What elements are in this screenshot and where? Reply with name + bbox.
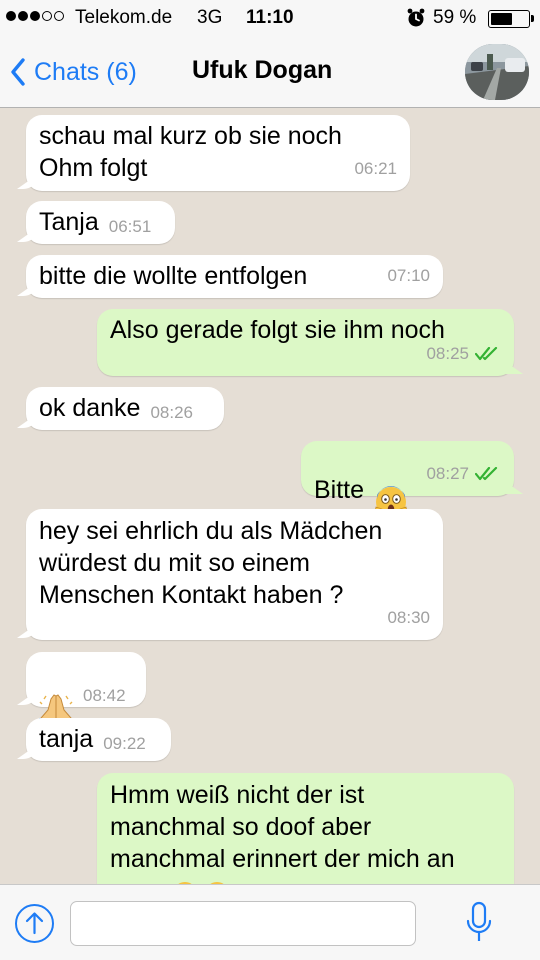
- microphone-icon[interactable]: [466, 901, 492, 945]
- message-incoming[interactable]: bitte die wollte entfolgen 07:10: [26, 255, 443, 298]
- message-time: 07:10: [387, 266, 430, 285]
- chat-header: Chats (6) Ufuk Dogan: [0, 36, 540, 108]
- contact-avatar[interactable]: [465, 44, 529, 100]
- back-button-label: Chats (6): [34, 57, 137, 86]
- message-incoming[interactable]: ok danke 08:26: [26, 387, 224, 430]
- message-time: 08:27: [426, 464, 469, 483]
- status-bar: Telekom.de 3G 11:10 59 %: [0, 0, 540, 36]
- read-ticks-icon: [475, 467, 501, 481]
- message-text: Bitte: [314, 476, 365, 504]
- carrier-name: Telekom.de: [75, 7, 173, 28]
- message-time: 08:30: [387, 608, 430, 627]
- message-time: 06:21: [354, 159, 397, 178]
- signal-strength-icon: [6, 11, 64, 21]
- message-text: Hmm weiß nicht der ist manchmal so doof …: [110, 781, 455, 873]
- message-incoming[interactable]: hey sei ehrlich du als Mädchen würdest d…: [26, 509, 443, 640]
- message-text: schau mal kurz ob sie noch Ohm folgt: [39, 122, 342, 182]
- alarm-clock-icon: [407, 8, 425, 34]
- read-ticks-icon: [475, 347, 501, 361]
- message-time: 08:42: [83, 686, 126, 705]
- message-list[interactable]: schau mal kurz ob sie noch Ohm folgt 06:…: [0, 108, 540, 884]
- message-time: 09:22: [103, 734, 146, 753]
- message-time: 08:25: [426, 344, 469, 363]
- network-type: 3G: [197, 7, 223, 28]
- message-input-bar: [0, 884, 540, 960]
- message-time: 08:26: [150, 403, 194, 422]
- message-text: Tanja: [39, 208, 99, 236]
- message-incoming[interactable]: tanja 09:22: [26, 718, 171, 761]
- chevron-left-icon: [11, 58, 25, 86]
- message-input[interactable]: [70, 901, 416, 946]
- message-outgoing[interactable]: Hmm weiß nicht der ist manchmal so doof …: [97, 773, 514, 884]
- battery-level-fill: [491, 13, 512, 25]
- message-outgoing[interactable]: Bitte 08:27: [301, 441, 514, 517]
- message-incoming[interactable]: Tanja 06:51: [26, 201, 175, 244]
- battery-icon: [488, 10, 534, 28]
- message-text: hey sei ehrlich du als Mädchen würdest d…: [39, 517, 383, 609]
- message-text: bitte die wollte entfolgen: [39, 262, 308, 290]
- battery-percentage: 59 %: [433, 7, 477, 28]
- arrow-up-circle-icon[interactable]: [15, 904, 54, 943]
- message-incoming[interactable]: 08:42: [26, 652, 146, 723]
- contact-name[interactable]: Ufuk Dogan: [192, 56, 332, 85]
- clock: 11:10: [246, 7, 294, 28]
- message-time: 06:51: [108, 217, 152, 236]
- message-incoming[interactable]: schau mal kurz ob sie noch Ohm folgt 06:…: [26, 115, 410, 191]
- message-outgoing[interactable]: Also gerade folgt sie ihm noch 08:25: [97, 309, 514, 376]
- message-text: tanja: [39, 725, 94, 753]
- back-button[interactable]: Chats (6): [10, 54, 137, 90]
- message-text: ok danke: [39, 394, 141, 422]
